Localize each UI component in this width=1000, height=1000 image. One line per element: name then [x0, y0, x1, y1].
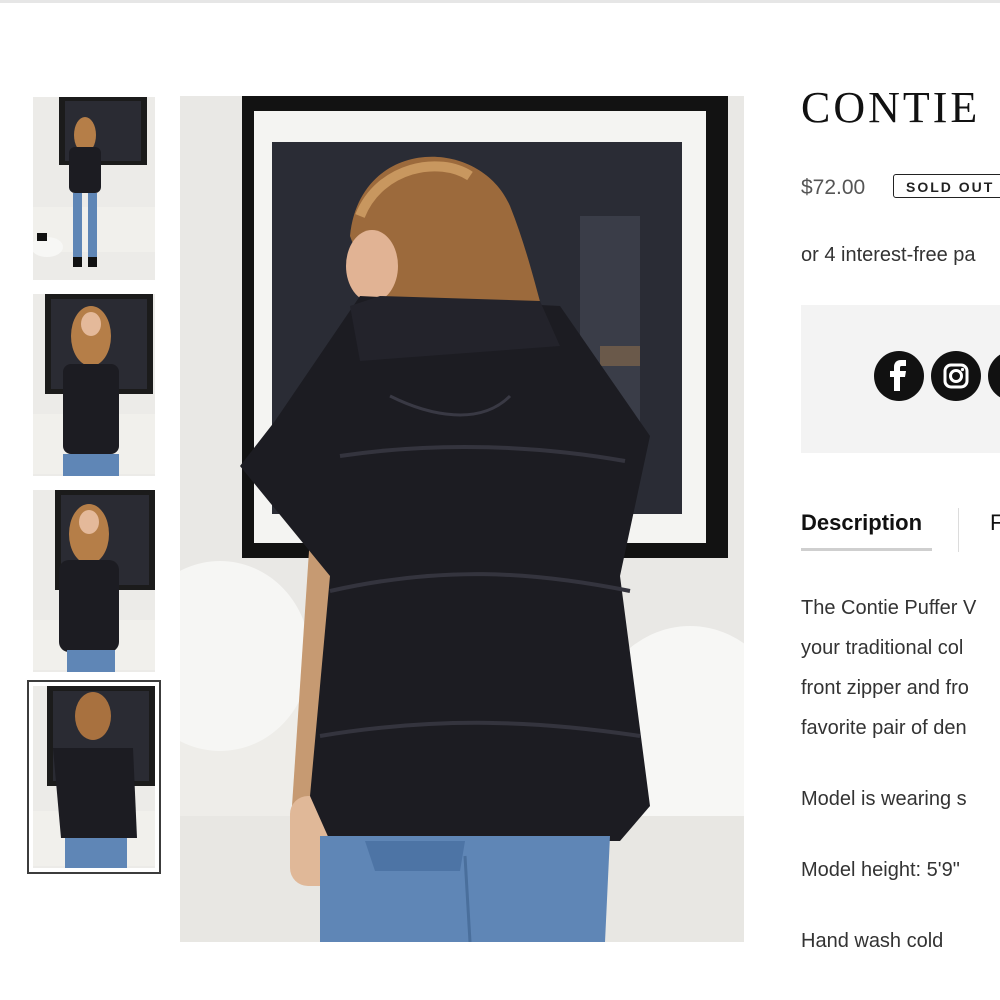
tab-next[interactable]: F [990, 510, 1000, 536]
top-divider [0, 0, 1000, 3]
social-share-panel [801, 305, 1000, 453]
thumbnail-2[interactable] [33, 294, 155, 476]
installments-text: or 4 interest-free pa [801, 244, 976, 266]
tab-active-underline [801, 548, 932, 551]
model-wearing-text: Model is wearing s [801, 788, 967, 810]
product-photo-vest-back [180, 96, 744, 942]
facebook-icon[interactable] [874, 351, 924, 401]
description-line-2: your traditional col [801, 637, 964, 659]
thumbnail-3-photo [33, 490, 155, 672]
thumbnail-2-photo [33, 294, 155, 476]
product-title: CONTIE [801, 83, 981, 132]
thumbnail-1-photo [33, 97, 155, 280]
product-price: $72.00 [801, 176, 866, 199]
description-line-4: favorite pair of den [801, 717, 967, 739]
sold-out-badge: SOLD OUT [893, 174, 1000, 198]
thumbnail-4-photo [33, 686, 155, 868]
main-product-image [180, 96, 744, 942]
description-line-1: The Contie Puffer V [801, 597, 977, 619]
tab-divider [958, 508, 959, 552]
thumbnail-4[interactable] [27, 680, 161, 874]
description-line-3: front zipper and fro [801, 677, 969, 699]
social-icon[interactable] [988, 351, 1000, 401]
tab-description[interactable]: Description [801, 510, 922, 536]
thumbnail-1[interactable] [33, 97, 155, 280]
thumbnail-3[interactable] [33, 490, 155, 672]
care-instructions: Hand wash cold [801, 930, 944, 952]
model-height-text: Model height: 5'9" [801, 859, 960, 881]
instagram-icon[interactable] [931, 351, 981, 401]
